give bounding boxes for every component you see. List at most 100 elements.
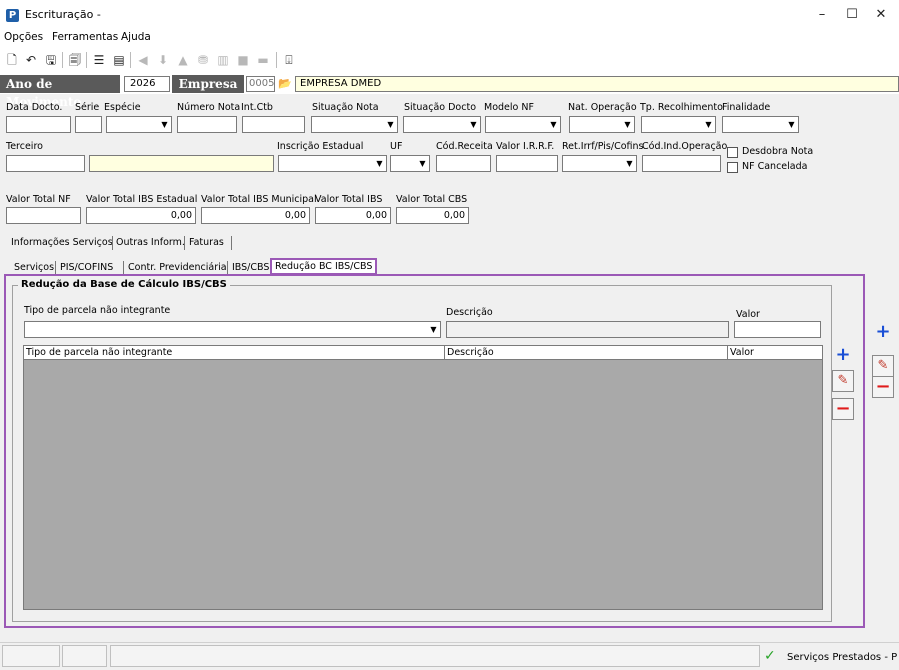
label-especie: Espécie: [104, 102, 141, 113]
label-valor-total-ibs: Valor Total IBS: [315, 194, 383, 205]
up-icon[interactable]: ▲: [174, 51, 192, 69]
label-situacao-nota: Situação Nota: [312, 102, 379, 113]
label-nat-operacao: Nat. Operação: [568, 102, 637, 113]
maximize-button[interactable]: ☐: [837, 4, 867, 26]
tab-pis-cofins[interactable]: PIS/COFINS: [60, 260, 113, 275]
check-icon: ✓: [764, 648, 776, 664]
toolbar-separator: [86, 52, 87, 68]
chevron-down-icon: ▼: [161, 120, 168, 129]
toolbar-separator: [62, 52, 63, 68]
data-docto-field[interactable]: [6, 116, 71, 133]
chevron-down-icon: ▼: [550, 120, 557, 129]
grid-header-valor[interactable]: Valor: [728, 346, 822, 360]
chevron-down-icon: ▼: [626, 159, 633, 168]
chevron-down-icon: ▼: [788, 120, 795, 129]
label-numero-nota: Número Nota: [177, 102, 241, 113]
empresa-label: Empresa: [172, 75, 244, 93]
tab-contr-previdenciaria[interactable]: Contr. Previdenciária: [128, 260, 227, 275]
undo-icon[interactable]: ↶: [22, 51, 40, 69]
chevron-down-icon: ▼: [376, 159, 383, 168]
cod-ind-operacao-field[interactable]: [642, 155, 721, 172]
label-int-ctb: Int.Ctb: [241, 102, 273, 113]
situacao-nota-select[interactable]: ▼: [311, 116, 398, 133]
tp-recolhimento-select[interactable]: ▼: [641, 116, 716, 133]
remove-row-icon[interactable]: −: [832, 398, 854, 420]
valor-field[interactable]: [734, 321, 821, 338]
inscricao-estadual-select[interactable]: ▼: [278, 155, 387, 172]
empresa-code-field[interactable]: 0005: [246, 76, 275, 92]
open-folder-icon[interactable]: 📂: [276, 75, 294, 93]
desdobra-nota-checkbox[interactable]: [727, 147, 738, 158]
tab-separator: [227, 261, 228, 275]
label-valor-total-nf: Valor Total NF: [6, 194, 71, 205]
valor-total-nf-field[interactable]: [6, 207, 81, 224]
tab-separator: [231, 236, 232, 250]
close-button[interactable]: ✕: [866, 4, 896, 26]
parcelas-grid[interactable]: [23, 345, 823, 610]
print-preview-icon[interactable]: 🗐: [66, 51, 84, 69]
menu-ferramentas[interactable]: Ferramentas: [52, 31, 118, 43]
grid-header-descricao[interactable]: Descrição: [445, 346, 728, 360]
tab-outras-inform[interactable]: Outras Inform.: [116, 235, 185, 250]
toolbar-separator: [130, 52, 131, 68]
nat-operacao-select[interactable]: ▼: [569, 116, 635, 133]
tipo-parcela-select[interactable]: ▼: [24, 321, 441, 338]
label-serie: Série: [75, 102, 100, 113]
add-icon[interactable]: +: [872, 322, 894, 344]
new-document-icon[interactable]: 🗋: [3, 51, 21, 69]
tab-reducao-bc-ibs-cbs[interactable]: Redução BC IBS/CBS: [270, 258, 378, 275]
label-cod-ind-operacao: Cód.Ind.Operação: [642, 141, 728, 152]
download-icon[interactable]: ⬇: [154, 51, 172, 69]
label-descricao: Descrição: [446, 307, 493, 318]
ret-irrf-select[interactable]: ▼: [562, 155, 637, 172]
terceiro-code-field[interactable]: [6, 155, 85, 172]
uf-select[interactable]: ▼: [390, 155, 430, 172]
report-icon[interactable]: ▤: [110, 51, 128, 69]
list-icon[interactable]: ☰: [90, 51, 108, 69]
valor-total-ibs-estadual-field: 0,00: [86, 207, 196, 224]
tab-separator: [123, 261, 124, 275]
tab-ibs-cbs[interactable]: IBS/CBS: [232, 260, 269, 275]
menu-ajuda[interactable]: Ajuda: [121, 31, 151, 43]
int-ctb-field[interactable]: [242, 116, 305, 133]
block-icon[interactable]: ■: [234, 51, 252, 69]
cod-receita-field[interactable]: [436, 155, 491, 172]
chevron-down-icon: ▼: [419, 159, 426, 168]
serie-field[interactable]: [75, 116, 102, 133]
label-finalidade: Finalidade: [722, 102, 771, 113]
valor-irrf-field[interactable]: [496, 155, 558, 172]
especie-select[interactable]: ▼: [106, 116, 172, 133]
finalidade-select[interactable]: ▼: [722, 116, 799, 133]
label-inscricao-estadual: Inscrição Estadual: [277, 141, 364, 152]
label-ret-irrf: Ret.Irrf/Pis/Cofins: [562, 141, 644, 152]
split-icon[interactable]: ▥: [214, 51, 232, 69]
ano-field[interactable]: 2026: [124, 76, 170, 92]
situacao-docto-select[interactable]: ▼: [403, 116, 481, 133]
status-text: Serviços Prestados - P: [787, 652, 898, 663]
nf-cancelada-checkbox[interactable]: [727, 162, 738, 173]
label-modelo-nf: Modelo NF: [484, 102, 534, 113]
menu-opcoes[interactable]: Opções: [4, 31, 43, 43]
label-tipo-parcela: Tipo de parcela não integrante: [24, 305, 171, 316]
save-icon[interactable]: 🖫: [42, 51, 60, 69]
edit-row-icon[interactable]: ✎: [832, 370, 854, 392]
numero-nota-field[interactable]: [177, 116, 237, 133]
app-logo-icon: P: [6, 9, 19, 22]
remove-icon[interactable]: −: [872, 376, 894, 398]
label-cod-receita: Cód.Receita: [436, 141, 493, 152]
title-bar: [0, 0, 899, 30]
modelo-nf-select[interactable]: ▼: [485, 116, 561, 133]
tab-informacoes-servicos[interactable]: Informações Serviços: [11, 235, 113, 250]
stamp-icon[interactable]: ⛃: [194, 51, 212, 69]
rewind-icon[interactable]: ◀: [134, 51, 152, 69]
tab-faturas[interactable]: Faturas: [189, 235, 224, 250]
minimize-button[interactable]: –: [807, 4, 837, 26]
exit-icon[interactable]: ⍗: [280, 51, 298, 69]
edit-icon[interactable]: ✎: [872, 355, 894, 377]
tab-servicos[interactable]: Serviços: [14, 260, 54, 275]
add-row-icon[interactable]: +: [832, 345, 854, 367]
chevron-down-icon: ▼: [624, 120, 631, 129]
dash-icon[interactable]: ▬: [254, 51, 272, 69]
grid-header-tipo[interactable]: Tipo de parcela não integrante: [24, 346, 445, 360]
valor-total-ibs-field: 0,00: [315, 207, 391, 224]
